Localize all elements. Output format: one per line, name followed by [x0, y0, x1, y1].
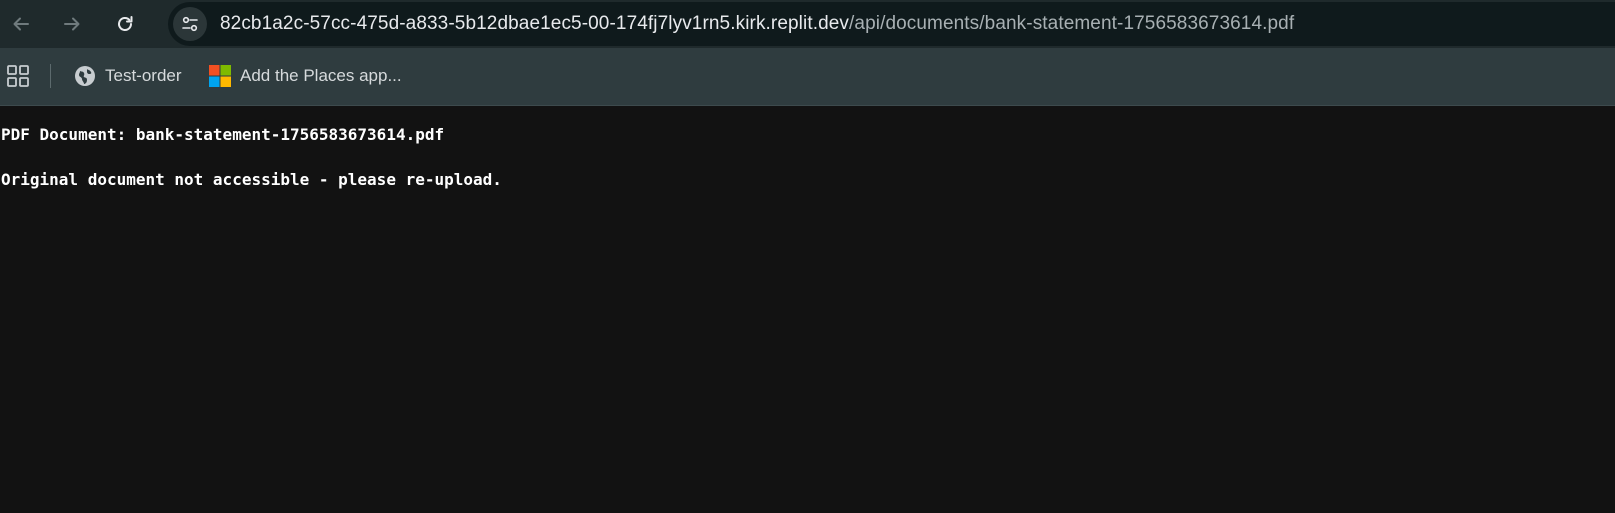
apps-grid-icon	[7, 65, 29, 87]
apps-button[interactable]	[6, 64, 30, 88]
url-path: /api/documents/bank-statement-1756583673…	[849, 13, 1295, 34]
arrow-right-icon	[64, 17, 80, 31]
microsoft-logo-icon	[208, 64, 232, 88]
tune-icon	[182, 16, 198, 32]
bookmark-label: Test-order	[105, 66, 182, 85]
address-bar[interactable]: 82cb1a2c-57cc-475d-a833-5b12dbae1ec5-00-…	[168, 2, 1615, 46]
bookmark-test-order[interactable]: Test-order	[73, 60, 182, 92]
bookmarks-bar: Test-order Add the Places app...	[0, 48, 1615, 106]
forward-button[interactable]	[54, 6, 90, 42]
browser-toolbar: 82cb1a2c-57cc-475d-a833-5b12dbae1ec5-00-…	[0, 0, 1615, 48]
url-text[interactable]: 82cb1a2c-57cc-475d-a833-5b12dbae1ec5-00-…	[220, 13, 1294, 35]
bookmark-add-places-app[interactable]: Add the Places app...	[208, 60, 402, 92]
arrow-left-icon	[13, 17, 29, 31]
globe-icon	[73, 64, 97, 88]
page-content: PDF Document: bank-statement-17565836736…	[0, 106, 1615, 189]
url-host: 82cb1a2c-57cc-475d-a833-5b12dbae1ec5-00-…	[220, 13, 850, 34]
bookmark-label: Add the Places app...	[240, 66, 402, 85]
error-message: Original document not accessible - pleas…	[1, 170, 502, 189]
back-button[interactable]	[3, 6, 39, 42]
site-info-button[interactable]	[173, 7, 207, 41]
reload-button[interactable]	[107, 6, 143, 42]
bookmarks-divider	[50, 64, 51, 88]
reload-icon	[118, 16, 133, 31]
document-heading: PDF Document: bank-statement-17565836736…	[1, 125, 445, 144]
